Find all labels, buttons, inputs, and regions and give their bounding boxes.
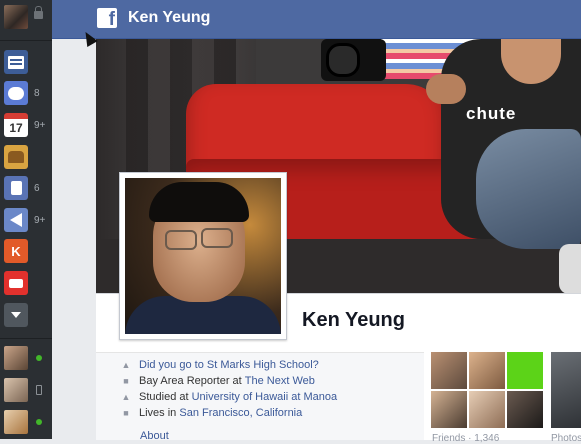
mobile-status-icon: [36, 385, 42, 395]
likes-badge: 6: [34, 183, 40, 194]
home-icon: ■: [123, 408, 129, 418]
events-badge: 9+: [34, 120, 46, 131]
profile-picture[interactable]: [119, 172, 287, 340]
chat-friend-avatar[interactable]: [4, 346, 28, 370]
online-status-icon: [36, 419, 42, 425]
friend-thumbnail[interactable]: [469, 391, 505, 428]
news-feed-icon[interactable]: [4, 50, 28, 74]
sidebar-divider: [0, 338, 52, 339]
profile-photo-detail: [165, 230, 197, 250]
cover-person: [559, 244, 581, 293]
top-bar: f Ken Yeung: [52, 0, 581, 39]
school-question-link[interactable]: Did you go to St Marks High School?: [139, 359, 319, 371]
friend-thumbnail[interactable]: [469, 352, 505, 389]
friend-thumbnail[interactable]: [431, 352, 467, 389]
intro-lives: ■ Lives in San Francisco, California: [120, 407, 302, 419]
lock-icon[interactable]: [34, 6, 43, 19]
friends-box[interactable]: [431, 352, 543, 428]
profile-photo-detail: [201, 228, 233, 248]
briefcase-icon: ■: [123, 376, 129, 386]
study-prefix: Studied at: [139, 391, 189, 403]
intro-work: ■ Bay Area Reporter at The Next Web: [120, 375, 315, 387]
about-link[interactable]: About: [140, 430, 169, 442]
cover-person: [476, 129, 581, 249]
page-gutter: [52, 39, 96, 439]
current-user-avatar[interactable]: [4, 5, 28, 29]
photos-thumbnail[interactable]: [551, 352, 581, 428]
graduation-cap-icon: ▲: [121, 392, 131, 402]
intro-study: ▲ Studied at University of Hawaii at Man…: [120, 391, 338, 403]
facebook-logo-icon[interactable]: f: [97, 8, 117, 30]
friend-thumbnail[interactable]: [507, 352, 543, 389]
likes-icon[interactable]: [4, 176, 28, 200]
cover-shirt-text: chute: [466, 104, 517, 123]
work-prefix: Bay Area Reporter at: [139, 375, 242, 387]
klout-glyph: K: [11, 243, 21, 259]
chat-friend-avatar[interactable]: [4, 410, 28, 434]
messages-badge: 8: [34, 88, 40, 99]
facebook-logo-glyph: f: [108, 9, 115, 30]
notifications-badge: 9+: [34, 215, 46, 226]
profile-photo: [125, 178, 281, 334]
more-icon[interactable]: [4, 303, 28, 327]
study-link[interactable]: University of Hawaii at Manoa: [192, 391, 338, 403]
app-sidebar: 8 17 9+ 6 9+ K: [0, 0, 52, 439]
events-date: 17: [9, 121, 23, 135]
profile-name[interactable]: Ken Yeung: [302, 309, 405, 332]
top-bar-title[interactable]: Ken Yeung: [128, 9, 210, 27]
online-status-icon: [36, 355, 42, 361]
friend-thumbnail[interactable]: [507, 391, 543, 428]
lives-prefix: Lives in: [139, 407, 177, 419]
school-icon: ▲: [121, 360, 131, 370]
cover-camera: [326, 43, 360, 77]
lives-link[interactable]: San Francisco, California: [179, 407, 302, 419]
events-icon[interactable]: 17: [4, 113, 28, 137]
klout-icon[interactable]: K: [4, 239, 28, 263]
friends-icon[interactable]: [4, 145, 28, 169]
intro-school-question[interactable]: ▲ Did you go to St Marks High School?: [120, 359, 319, 371]
profile-photo-detail: [149, 182, 249, 222]
chat-friend-avatar[interactable]: [4, 378, 28, 402]
messages-icon[interactable]: [4, 81, 28, 105]
sidebar-divider: [0, 40, 52, 41]
notifications-icon[interactable]: [4, 208, 28, 232]
cover-person: [426, 74, 466, 104]
work-link[interactable]: The Next Web: [245, 375, 315, 387]
app-icon[interactable]: [4, 271, 28, 295]
friend-thumbnail[interactable]: [431, 391, 467, 428]
